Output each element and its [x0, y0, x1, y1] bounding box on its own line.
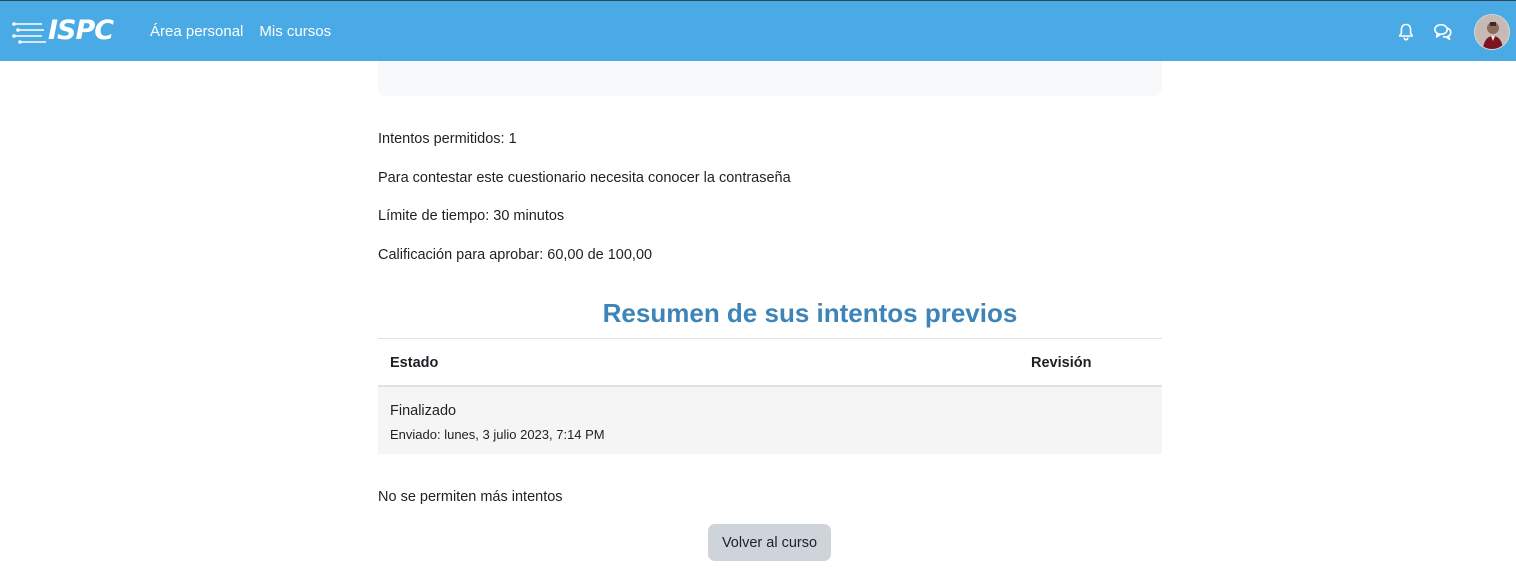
- attempt-state: Finalizado: [390, 403, 457, 419]
- no-more-attempts: No se permiten más intentos: [378, 489, 563, 505]
- attempt-sent-date: Enviado: lunes, 3 julio 2023, 7:14 PM: [390, 427, 605, 442]
- header-revision: Revisión: [1031, 355, 1092, 371]
- table-row: Finalizado Enviado: lunes, 3 julio 2023,…: [378, 387, 1162, 454]
- attempts-summary-title: Resumen de sus intentos previos: [602, 298, 1018, 328]
- logo-text: ISPC: [48, 15, 114, 46]
- attempts-allowed: Intentos permitidos: 1: [378, 131, 517, 147]
- time-limit: Límite de tiempo: 30 minutos: [378, 208, 565, 224]
- user-avatar[interactable]: [1474, 14, 1510, 50]
- bell-icon[interactable]: [1397, 22, 1415, 42]
- header-estado: Estado: [390, 355, 439, 371]
- password-required: Para contestar este cuestionario necesit…: [378, 170, 791, 186]
- quiz-intro-box: [378, 61, 1162, 96]
- primary-navigation: Área personal Mis cursos: [150, 1, 331, 62]
- nav-area-personal[interactable]: Área personal: [150, 23, 243, 40]
- user-photo-icon: [1475, 15, 1509, 49]
- table-header: Estado Revisión: [378, 339, 1162, 387]
- chat-icon[interactable]: [1433, 22, 1453, 42]
- passing-grade: Calificación para aprobar: 60,00 de 100,…: [378, 247, 653, 263]
- circuit-logo-icon: [12, 22, 46, 44]
- ispc-logo[interactable]: ISPC: [12, 15, 114, 47]
- attempts-table: Estado Revisión Finalizado Enviado: lune…: [378, 338, 1162, 454]
- top-navbar: ISPC Área personal Mis cursos: [0, 0, 1516, 61]
- back-to-course-button[interactable]: Volver al curso: [708, 524, 831, 561]
- nav-mis-cursos[interactable]: Mis cursos: [259, 23, 331, 40]
